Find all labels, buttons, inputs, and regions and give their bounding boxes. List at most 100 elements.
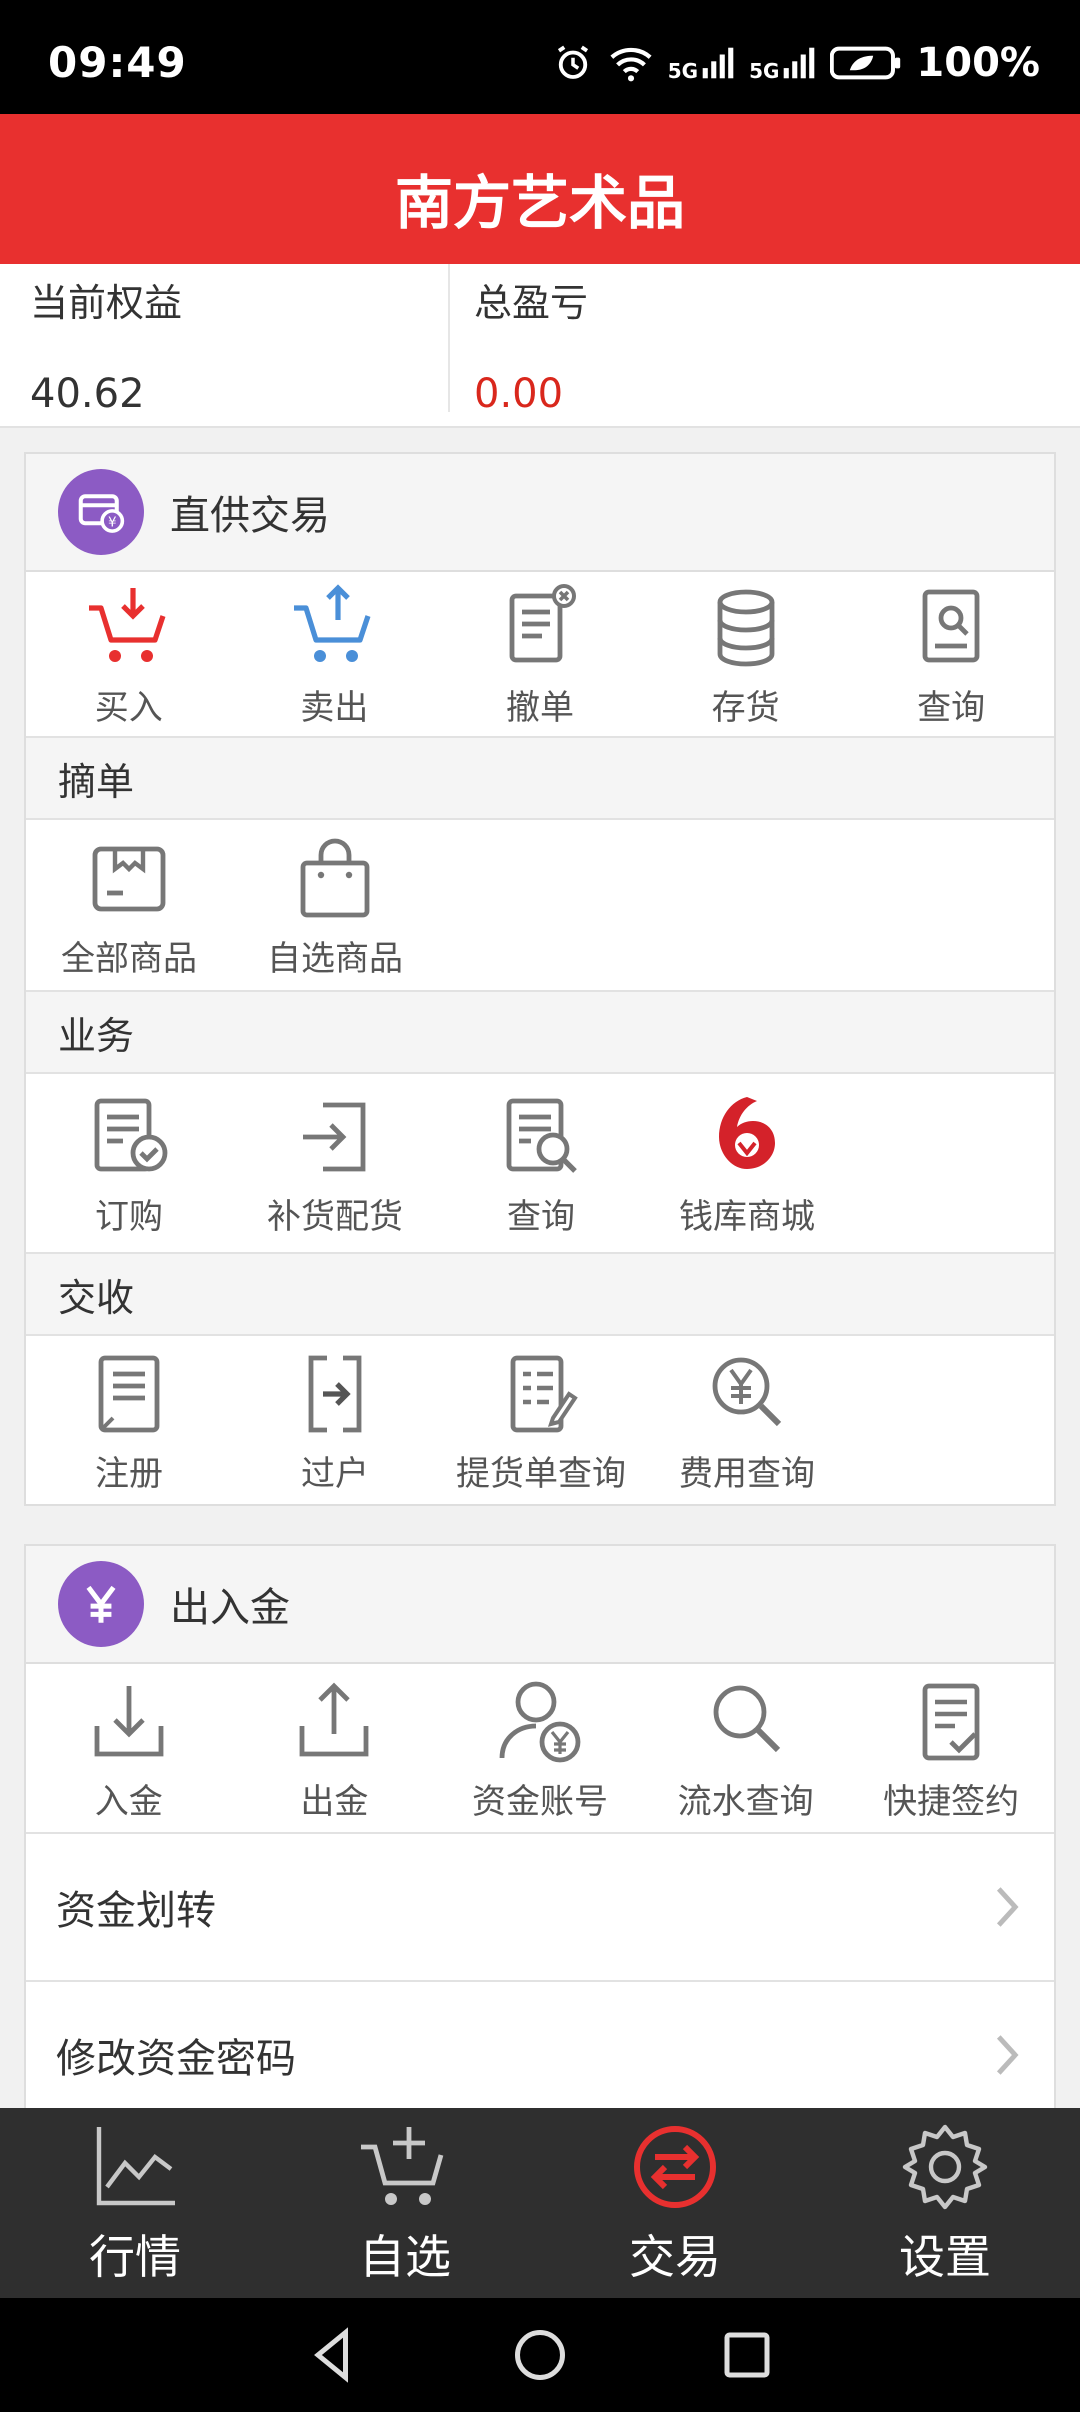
transfer-button[interactable]: 过户 [232, 1337, 438, 1503]
fund-transfer-row[interactable]: 资金划转 [26, 1832, 1054, 1980]
box-icon [92, 846, 166, 911]
account-summary: 当前权益 40.62 总盈亏 0.00 [0, 264, 1080, 428]
register-button[interactable]: 注册 [26, 1337, 232, 1503]
transfer-icon [308, 1355, 362, 1432]
sell-button[interactable]: 卖出 [232, 571, 438, 737]
pnl-value: 0.00 [474, 371, 564, 417]
arrow-in-icon [303, 1102, 366, 1171]
fund-account-button[interactable]: 资金账号 [437, 1665, 643, 1831]
pnl-label: 总盈亏 [474, 281, 589, 325]
cancel-order-button[interactable]: 撤单 [437, 571, 643, 737]
inventory-label: 存货 [711, 687, 780, 728]
equity-block: 当前权益 40.62 [30, 264, 430, 417]
tab-market[interactable]: 行情 [0, 2108, 270, 2298]
status-time: 09:49 [48, 38, 187, 87]
favorite-products-label: 自选商品 [267, 938, 403, 979]
funds-header: 出入金 [26, 1546, 1054, 1664]
doc-search-icon [506, 1098, 577, 1173]
exchange-icon [634, 2126, 716, 2208]
tab-market-label: 行情 [89, 2230, 181, 2284]
business-actions: 订购 补货配货 查询 钱库商城 [26, 1074, 1054, 1254]
withdraw-label: 出金 [300, 1781, 369, 1822]
doc-check-icon [94, 1098, 168, 1171]
qianku-mall-button[interactable]: 钱库商城 [644, 1080, 850, 1246]
yen-icon [58, 1561, 144, 1647]
sell-label: 卖出 [300, 687, 369, 728]
inventory-button[interactable]: 存货 [643, 571, 849, 737]
register-label: 注册 [95, 1453, 163, 1494]
doc-lines-icon [98, 1355, 160, 1432]
funds-title: 出入金 [170, 1585, 290, 1631]
cart-down-icon [88, 587, 166, 662]
cart-up-icon [294, 583, 371, 662]
tab-trade-label: 交易 [629, 2230, 721, 2284]
fee-query-label: 费用查询 [679, 1453, 815, 1494]
tab-settings[interactable]: 设置 [810, 2108, 1080, 2298]
quick-sign-label: 快捷签约 [883, 1781, 1020, 1822]
tab-trade[interactable]: 交易 [540, 2108, 810, 2298]
gear-icon [902, 2124, 988, 2210]
tab-watchlist[interactable]: 自选 [270, 2108, 540, 2298]
pnl-block: 总盈亏 0.00 [474, 264, 1034, 417]
deposit-button[interactable]: 入金 [26, 1665, 232, 1831]
all-products-label: 全部商品 [61, 938, 197, 979]
summary-divider [448, 264, 450, 412]
chart-line-icon [96, 2127, 175, 2206]
direct-trade-header: ¥ 直供交易 [26, 454, 1054, 572]
fund-transfer-label: 资金划转 [56, 1888, 216, 1934]
signal-bars-icon [784, 47, 815, 79]
statement-query-button[interactable]: 流水查询 [643, 1665, 849, 1831]
status-bar: 09:49 5G 5G 100% [0, 0, 1080, 114]
quick-sign-button[interactable]: 快捷签约 [848, 1665, 1054, 1831]
bill-of-lading-query-label: 提货单查询 [456, 1453, 626, 1494]
equity-label: 当前权益 [30, 281, 183, 325]
alarm-icon [557, 45, 588, 79]
page-title: 南方艺术品 [394, 169, 685, 237]
yen-search-icon [712, 1357, 782, 1426]
business-query-button[interactable]: 查询 [438, 1080, 644, 1246]
signal-5g-1: 5G [668, 45, 735, 81]
back-icon[interactable] [303, 2325, 363, 2385]
query-button[interactable]: 查询 [848, 571, 1054, 737]
database-icon [717, 589, 774, 666]
bill-of-lading-query-button[interactable]: 提货单查询 [438, 1337, 644, 1503]
delivery-actions: 注册 过户 提货单查询 费用查询 [26, 1336, 1054, 1504]
transfer-label: 过户 [301, 1453, 369, 1494]
pick-actions: 全部商品 自选商品 [26, 820, 1054, 992]
bag-icon [300, 838, 370, 917]
statement-query-label: 流水查询 [677, 1781, 814, 1822]
buy-label: 买入 [94, 687, 163, 728]
system-nav-bar [0, 2298, 1080, 2412]
change-fund-password-row[interactable]: 修改资金密码 [26, 1980, 1054, 2128]
direct-trade-card: ¥ 直供交易 买入 卖出 撤单 存货 查询 摘单 全部商品 自选商品 业务 订购… [24, 452, 1056, 1506]
pick-section-title: 摘单 [26, 738, 1054, 820]
upload-tray-icon [299, 1682, 369, 1756]
tab-settings-label: 设置 [899, 2230, 991, 2284]
chevron-right-icon [996, 2035, 1019, 2075]
home-icon[interactable] [510, 2325, 570, 2385]
withdraw-button[interactable]: 出金 [232, 1665, 438, 1831]
status-icons: 5G 5G 100% [552, 40, 1040, 86]
subscribe-button[interactable]: 订购 [26, 1080, 232, 1246]
signal-bars-icon [702, 47, 734, 79]
all-products-button[interactable]: 全部商品 [26, 822, 232, 988]
signal-5g-2: 5G [749, 45, 816, 81]
favorite-products-button[interactable]: 自选商品 [232, 822, 438, 988]
change-fund-password-label: 修改资金密码 [56, 2036, 296, 2082]
tab-watchlist-label: 自选 [359, 2230, 451, 2284]
download-tray-icon [94, 1685, 164, 1756]
magnifier-icon [713, 1685, 780, 1752]
fee-query-button[interactable]: 费用查询 [644, 1337, 850, 1503]
recents-icon[interactable] [717, 2325, 777, 2385]
deposit-label: 入金 [94, 1781, 163, 1822]
battery-icon [830, 46, 901, 80]
cancel-order-label: 撤单 [505, 687, 574, 728]
business-section-title: 业务 [26, 992, 1054, 1074]
buy-button[interactable]: 买入 [26, 571, 232, 737]
qianku-logo-icon [719, 1096, 775, 1169]
direct-trade-actions: 买入 卖出 撤单 存货 查询 [26, 572, 1054, 738]
business-query-label: 查询 [507, 1196, 575, 1237]
restock-button[interactable]: 补货配货 [232, 1080, 438, 1246]
user-yen-icon [499, 1681, 581, 1762]
delivery-section-title: 交收 [26, 1254, 1054, 1336]
